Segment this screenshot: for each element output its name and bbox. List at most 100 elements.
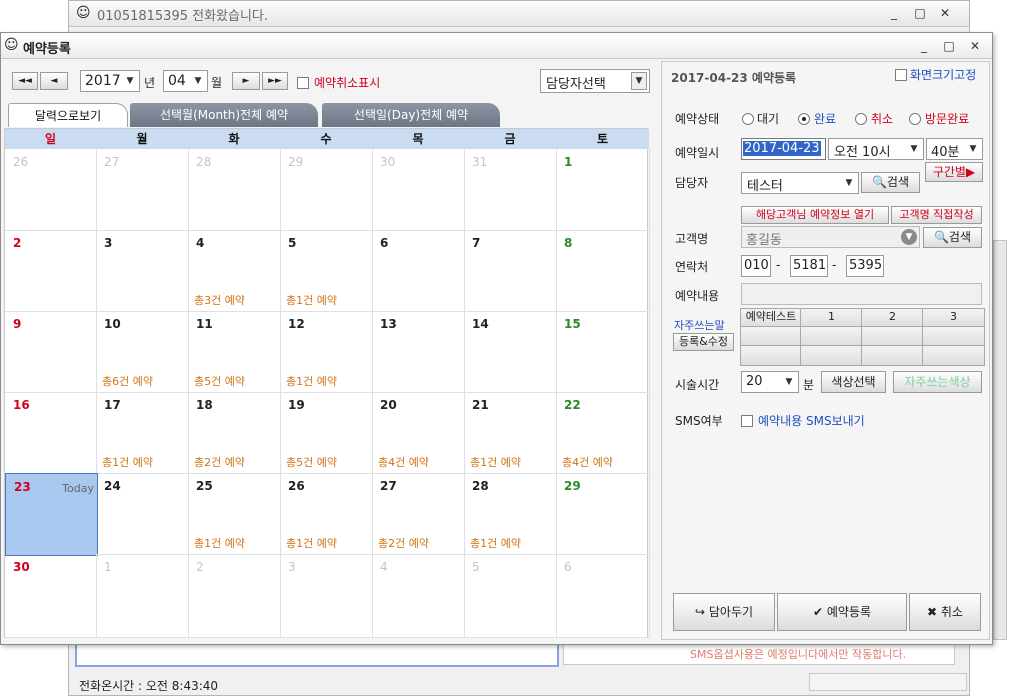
first-month-button[interactable]: ◄◄: [12, 72, 38, 90]
customer-info-button[interactable]: 해당고객님 예약정보 열기: [741, 206, 889, 224]
calendar-day-cell[interactable]: 19 총5건 예약: [280, 392, 373, 474]
reservation-count[interactable]: 총1건 예약: [286, 535, 337, 551]
calendar-day-cell[interactable]: 2: [188, 554, 281, 638]
calendar-day-cell[interactable]: 24: [96, 473, 189, 555]
content-input[interactable]: [741, 283, 982, 305]
quick-phrase-cell[interactable]: 3: [922, 308, 985, 328]
register-button[interactable]: ✔ 예약등록: [777, 593, 907, 631]
quick-phrase-cell[interactable]: [800, 345, 863, 366]
calendar-day-cell[interactable]: 4 총3건 예약: [188, 230, 281, 312]
calendar-day-cell[interactable]: 3: [96, 230, 189, 312]
calendar-day-cell[interactable]: 5: [464, 554, 557, 638]
calendar-day-cell[interactable]: 10 총6건 예약: [96, 311, 189, 393]
range-button[interactable]: 구간별▶: [925, 162, 983, 182]
quick-phrase-cell[interactable]: [800, 326, 863, 347]
calendar-day-cell[interactable]: 27 총2건 예약: [372, 473, 465, 555]
calendar-day-cell[interactable]: 29: [556, 473, 650, 555]
staff-select[interactable]: 테스터 ▼: [741, 172, 859, 194]
reservation-count[interactable]: 총4건 예약: [562, 454, 613, 470]
calendar-day-cell[interactable]: 13: [372, 311, 465, 393]
status-radio-waiting[interactable]: [742, 111, 754, 125]
calendar-day-cell[interactable]: 20 총4건 예약: [372, 392, 465, 474]
bg-minimize-button[interactable]: _: [884, 5, 904, 21]
customer-search-button[interactable]: 🔍검색: [923, 227, 982, 248]
quick-register-button[interactable]: 등록&수정: [673, 333, 734, 351]
hold-button[interactable]: ↪ 담아두기: [673, 593, 775, 631]
reservation-count[interactable]: 총2건 예약: [378, 535, 429, 551]
calendar-day-cell[interactable]: 4: [372, 554, 465, 638]
calendar-day-cell[interactable]: 28: [188, 149, 281, 231]
calendar-day-cell[interactable]: 14: [464, 311, 557, 393]
reservation-count[interactable]: 총1건 예약: [286, 292, 337, 308]
maximize-button[interactable]: □: [939, 38, 959, 54]
bg-maximize-button[interactable]: □: [910, 5, 930, 21]
calendar-day-cell[interactable]: 27: [96, 149, 189, 231]
tab-calendar-view[interactable]: 달력으로보기: [8, 103, 128, 127]
calendar-day-cell[interactable]: 18 총2건 예약: [188, 392, 281, 474]
status-radio-cancel[interactable]: [855, 111, 867, 125]
calendar-day-cell[interactable]: 5 총1건 예약: [280, 230, 373, 312]
calendar-day-cell[interactable]: 31: [464, 149, 557, 231]
calendar-day-cell[interactable]: 6: [556, 554, 650, 638]
bg-close-button[interactable]: ✕: [935, 5, 955, 21]
reservation-count[interactable]: 총3건 예약: [194, 292, 245, 308]
quick-phrase-cell[interactable]: [922, 326, 985, 347]
calendar-day-cell[interactable]: 6: [372, 230, 465, 312]
reservation-count[interactable]: 총5건 예약: [194, 373, 245, 389]
date-input[interactable]: 2017-04-23: [741, 138, 826, 160]
customer-select[interactable]: 홍길동 ▼: [741, 226, 920, 248]
customer-direct-button[interactable]: 고객명 직접작성: [891, 206, 982, 224]
status-radio-visited[interactable]: [909, 111, 921, 125]
calendar-day-cell[interactable]: 1: [96, 554, 189, 638]
reservation-count[interactable]: 총4건 예약: [378, 454, 429, 470]
calendar-day-cell[interactable]: 16: [5, 392, 97, 474]
reservation-count[interactable]: 총1건 예약: [194, 535, 245, 551]
staff-filter-select[interactable]: 담당자선택 ▼: [540, 69, 650, 93]
calendar-day-cell[interactable]: 11 총5건 예약: [188, 311, 281, 393]
calendar-day-cell[interactable]: 17 총1건 예약: [96, 392, 189, 474]
quick-phrase-cell[interactable]: 1: [800, 308, 863, 328]
reservation-count[interactable]: 총1건 예약: [470, 535, 521, 551]
calendar-day-cell[interactable]: 1: [556, 149, 650, 231]
reservation-count[interactable]: 총1건 예약: [286, 373, 337, 389]
calendar-day-cell[interactable]: 12 총1건 예약: [280, 311, 373, 393]
fix-size-checkbox[interactable]: [895, 67, 907, 81]
status-radio-complete[interactable]: [798, 111, 810, 125]
phone-part-3[interactable]: 5395: [846, 255, 884, 277]
phone-part-2[interactable]: 5181: [790, 255, 828, 277]
cancel-button[interactable]: ✖ 취소: [909, 593, 981, 631]
quick-phrase-cell[interactable]: [861, 345, 924, 366]
close-button[interactable]: ✕: [965, 38, 985, 54]
calendar-day-cell[interactable]: 30: [5, 554, 97, 638]
staff-search-button[interactable]: 🔍검색: [861, 172, 920, 193]
hour-select[interactable]: 오전 10시 ▼: [828, 138, 924, 160]
quick-color-button[interactable]: 자주쓰는색상: [893, 371, 982, 393]
quick-phrase-cell[interactable]: [740, 326, 802, 347]
tab-month-all[interactable]: 선택월(Month)전체 예약: [130, 103, 318, 127]
minute-select[interactable]: 40분 ▼: [926, 138, 983, 160]
next-month-button[interactable]: ►: [232, 72, 260, 90]
quick-phrase-cell[interactable]: [740, 345, 802, 366]
calendar-day-cell[interactable]: 2: [5, 230, 97, 312]
calendar-day-cell[interactable]: 26: [5, 149, 97, 231]
tab-day-all[interactable]: 선택일(Day)전체 예약: [322, 103, 500, 127]
cancel-show-checkbox[interactable]: [297, 75, 309, 89]
calendar-day-cell[interactable]: 21 총1건 예약: [464, 392, 557, 474]
calendar-day-cell[interactable]: 28 총1건 예약: [464, 473, 557, 555]
reservation-count[interactable]: 총1건 예약: [102, 454, 153, 470]
calendar-day-cell[interactable]: 7: [464, 230, 557, 312]
quick-phrase-cell[interactable]: [922, 345, 985, 366]
calendar-day-cell[interactable]: 23 Today: [5, 473, 98, 556]
minimize-button[interactable]: _: [914, 38, 934, 54]
sms-checkbox[interactable]: [741, 413, 753, 427]
reservation-count[interactable]: 총5건 예약: [286, 454, 337, 470]
calendar-day-cell[interactable]: 22 총4건 예약: [556, 392, 650, 474]
calendar-day-cell[interactable]: 29: [280, 149, 373, 231]
quick-phrase-cell[interactable]: [861, 326, 924, 347]
last-month-button[interactable]: ►►: [262, 72, 288, 90]
reservation-count[interactable]: 총2건 예약: [194, 454, 245, 470]
calendar-day-cell[interactable]: 8: [556, 230, 650, 312]
duration-select[interactable]: 20 ▼: [741, 371, 799, 393]
phone-part-1[interactable]: 010: [741, 255, 771, 277]
calendar-day-cell[interactable]: 9: [5, 311, 97, 393]
